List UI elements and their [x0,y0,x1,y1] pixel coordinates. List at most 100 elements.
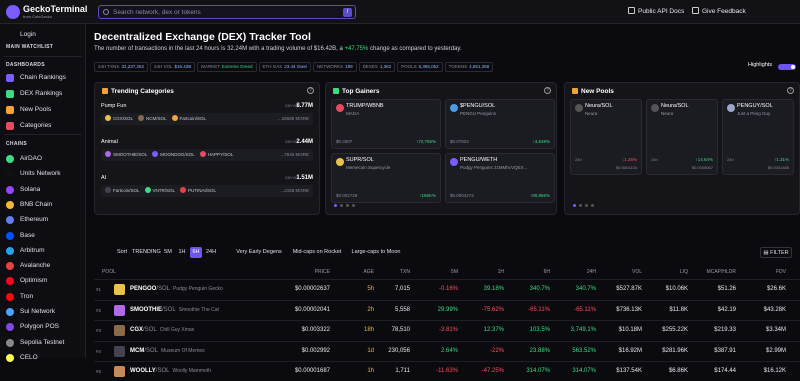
sidebar-chain-base[interactable]: Base [0,229,86,243]
more-link[interactable]: ...7846 MORE [280,149,309,161]
token-chip[interactable]: VNTR/SOL [144,185,175,197]
public-api-docs-button[interactable]: Public API Docs [628,6,684,18]
toggle-switch[interactable] [778,64,796,70]
pool-name[interactable]: PENGOO/SOL Pudgy Penguin Gecko [130,286,223,292]
column-header-txn[interactable]: TXN [400,269,410,275]
sidebar-chain-optimism[interactable]: Optimism [0,274,86,288]
sidebar-chain-tron[interactable]: Tron [0,290,86,304]
new-pool-card[interactable]: PENGUY/SOL Just a Peng Guy 24h ↑1.31% $0.000… [722,99,794,175]
sidebar-chain-sui-network[interactable]: Sui Network [0,305,86,319]
pool-age: 24h [727,157,734,162]
sui-network-icon [6,308,14,316]
filter-button[interactable]: ▤ FILTER [760,247,792,258]
new-pool-card[interactable]: Neura/SOL Neura 24h ↓1.26% $0.0001134 [570,99,642,175]
column-header-liq[interactable]: LIQ [680,269,688,275]
column-header-5m[interactable]: 5M [451,269,458,275]
column-header-1h[interactable]: 1H [498,269,504,275]
column-header-6h[interactable]: 6H [544,269,550,275]
column-header-pool[interactable]: POOL [102,269,116,275]
sidebar-chain-ethereum[interactable]: Ethereum [0,213,86,227]
give-feedback-button[interactable]: Give Feedback [692,6,746,18]
brand-name[interactable]: GeckoTerminal [23,4,87,14]
token-chip[interactable]: Fartcoin/SOL [105,185,140,197]
table-row[interactable]: #3 CGX/SOL Chill Guy Xmas $0.003322 18h 78,51… [94,320,800,340]
gainer-card[interactable]: SUPR/SOL Memecoin Supercycle $0.002729 ↑166… [331,153,441,203]
category-tokens-row[interactable]: CGX/SOL NCM/SOL Fartcoin/SOL ...26588 MORE [101,113,313,125]
help-icon[interactable]: ? [544,87,551,94]
very-early-degens-button[interactable]: Very Early Degens [234,247,284,258]
largecaps-button[interactable]: Large-caps to Moon [350,247,402,258]
token-chip[interactable]: Fartcoin/SOL [171,113,206,125]
top-gainers-panel: Top Gainers ? TRUMP/WBNB MAGA $0.3307 ↑72,7… [325,82,557,215]
sidebar-chain-airdao[interactable]: AirDAO [0,152,86,166]
token-chip[interactable]: CGX/SOL [105,113,133,125]
cell-liq: $255.22K [662,327,688,333]
sort-trending-button[interactable]: TRENDING [132,247,161,258]
category-name[interactable]: Pump Fun [101,103,126,109]
help-icon[interactable]: ? [787,87,794,94]
carousel-dots[interactable] [334,202,358,209]
token-chip[interactable]: MOONDOG/SOL [152,149,195,161]
pool-name[interactable]: CGX/SOL Chill Guy Xmas [130,327,194,333]
pool-name[interactable]: MCM/SOL Museum Of Memes [130,348,205,354]
tab-5m[interactable]: 5M [162,247,174,258]
column-header-fdv[interactable]: FDV [776,269,786,275]
column-header-price[interactable]: PRICE [315,269,330,275]
sidebar-item-label: Sepolia Testnet [20,338,65,346]
carousel-dots[interactable] [573,202,597,209]
help-icon[interactable]: ? [307,87,314,94]
highlights-toggle[interactable]: Highlights [748,62,800,73]
column-header-24h[interactable]: 24H [587,269,596,275]
new-pool-card[interactable]: Neura/SOL Neura 24h ↑14.64% $0.0005067 [646,99,718,175]
cell-age: 18h [363,327,374,333]
login-button[interactable]: Login [0,28,86,42]
sidebar-chain-polygon-pos[interactable]: Polygon POS [0,320,86,334]
pair-name: SUPR/SOL [346,157,374,163]
sidebar-chain-avalanche[interactable]: Avalanche [0,259,86,273]
table-row[interactable]: #2 SMOOTHIE/SOL Smoothie The Cat $0.0000204… [94,299,800,320]
token-chip[interactable]: NCM/SOL [138,113,167,125]
pool-name[interactable]: WOOLLY/SOL Woolly Mammoth [130,368,211,374]
gainer-card[interactable]: $PENGU/SOL PENGU Penguins $0.07924 ↑3,648% [445,99,555,149]
sidebar-chain-arbitrum[interactable]: Arbitrum [0,244,86,258]
tab-1h[interactable]: 1H [176,247,188,258]
category-name[interactable]: Animal [101,139,118,145]
table-row[interactable]: #1 PENGOO/SOL Pudgy Penguin Gecko $0.000026… [94,279,800,299]
column-header-vol[interactable]: VOL [632,269,642,275]
tab-6h[interactable]: 6H [190,247,202,258]
category-tokens-row[interactable]: Fartcoin/SOL VNTR/SOL PUTINAI/SOL ...2158 M… [101,185,313,197]
tab-24h[interactable]: 24H [204,247,218,258]
gainer-card[interactable]: PENGU/WETH Pudgy Penguins 2zMMhcVQEX... $0… [445,153,555,203]
trending-title-text: Trending Categories [111,88,174,95]
sidebar-chain-units-network[interactable]: Units Network [0,167,86,181]
column-header-mcap-hldr[interactable]: MCAP/HLDR [707,269,736,275]
page-title: Decentralized Exchange (DEX) Tracker Too… [94,31,311,43]
cell-age: 1h [367,368,374,374]
midcaps-button[interactable]: Mid-caps on Rocket [290,247,344,258]
category-name[interactable]: AI [101,175,106,181]
token-chip[interactable]: HAPPY/SOL [199,149,233,161]
gecko-logo-icon[interactable] [6,5,20,19]
column-header-age[interactable]: AGE [363,269,374,275]
sidebar-item-chain-rankings[interactable]: Chain Rankings [0,71,86,85]
sidebar-item-dex-rankings[interactable]: DEX Rankings [0,87,86,101]
sidebar-chain-solana[interactable]: Solana [0,183,86,197]
search-input[interactable]: Search network, dex or tokens / [98,5,356,19]
token-chip[interactable]: SMOOTHIE/SOL [105,149,147,161]
gainer-card[interactable]: TRUMP/WBNB MAGA $0.3307 ↑72,755% [331,99,441,149]
table-row[interactable]: #5 WOOLLY/SOL Woolly Mammoth $0.00001687 1h 1… [94,361,800,381]
pool-name[interactable]: SMOOTHIE/SOL Smoothie The Cat [130,307,219,313]
sidebar-item-new-pools[interactable]: New Pools [0,103,86,117]
category-volume: 1.51M [296,175,313,181]
quote-token: /SOL [155,368,170,374]
watchlist-link[interactable]: MAIN WATCHLIST [6,44,53,50]
sidebar-chain-sepolia-testnet[interactable]: Sepolia Testnet [0,336,86,350]
token-chip[interactable]: PUTINAI/SOL [180,185,216,197]
more-link[interactable]: ...2158 MORE [280,185,309,197]
sidebar-chain-bnb-chain[interactable]: BNB Chain [0,198,86,212]
token-icon [336,158,344,166]
stat-value: 4,651,358 [469,64,490,69]
sidebar-item-categories[interactable]: Categories [0,119,86,133]
category-tokens-row[interactable]: SMOOTHIE/SOL MOONDOG/SOL HAPPY/SOL ...7846 … [101,149,313,161]
more-link[interactable]: ...26588 MORE [278,113,309,125]
